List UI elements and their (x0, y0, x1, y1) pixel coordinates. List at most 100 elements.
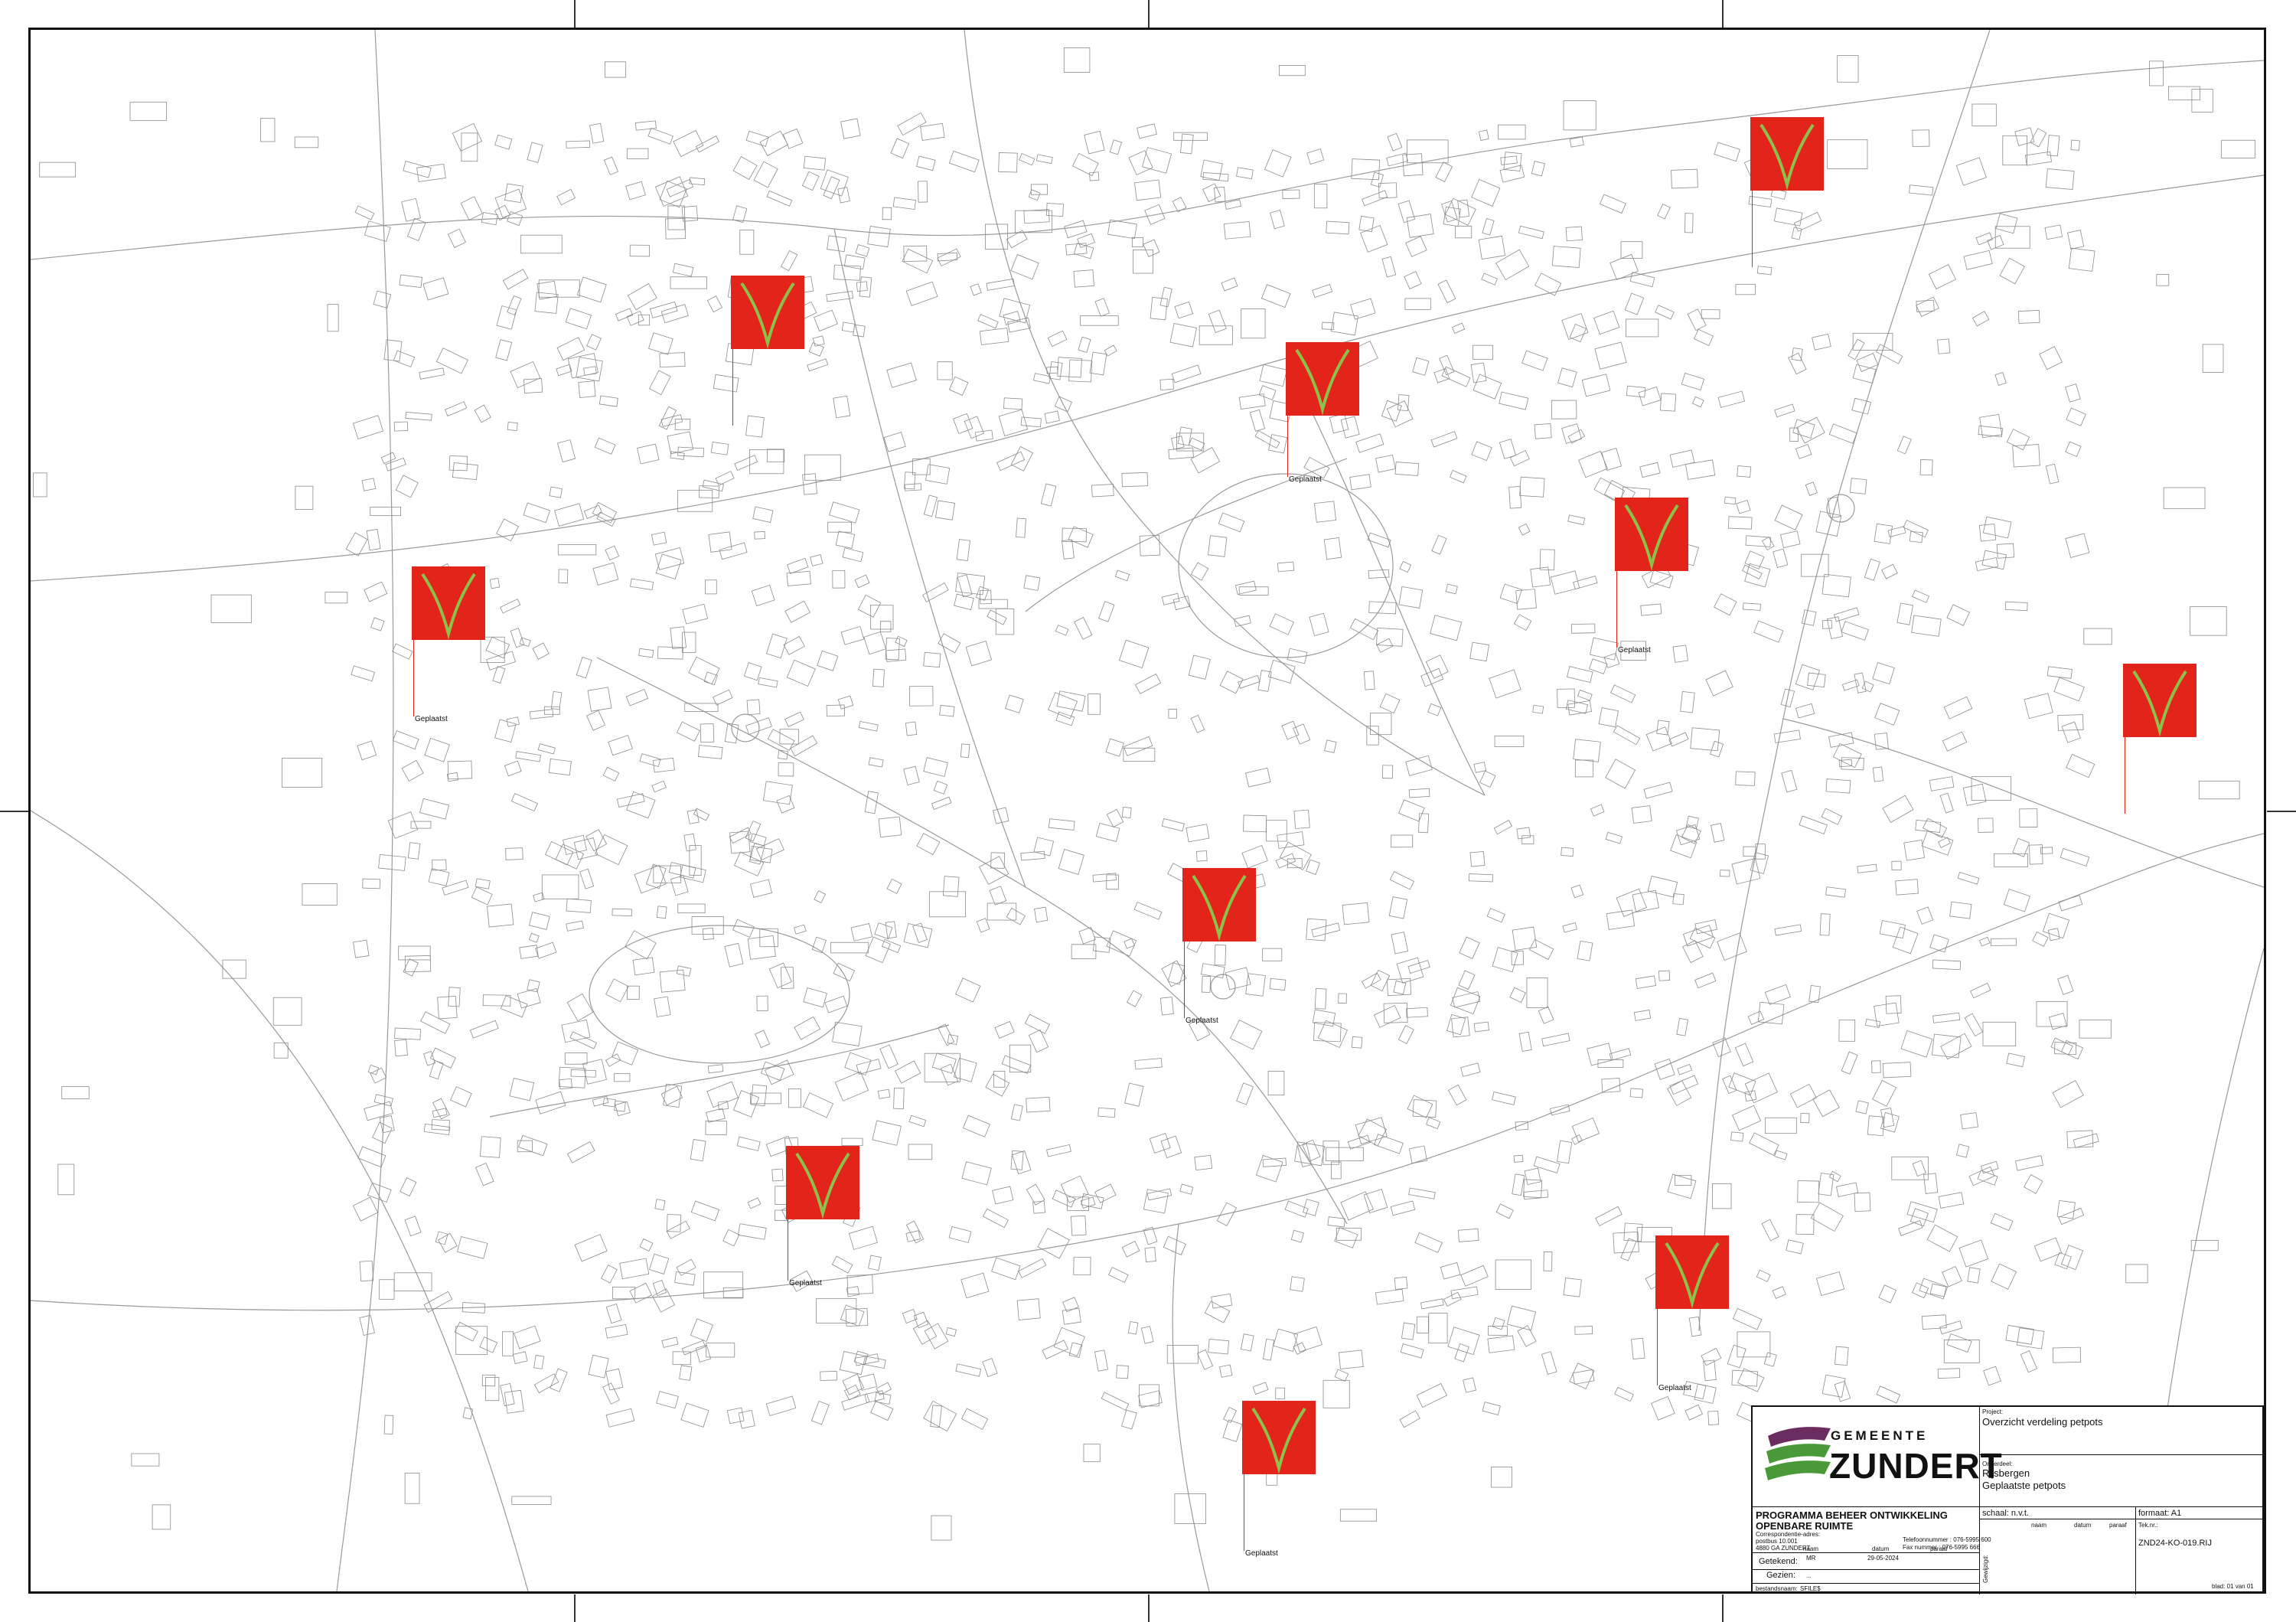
format-label: formaat: A1 (2138, 1509, 2182, 1518)
petpot-marker[interactable] (1286, 342, 1359, 416)
marker-label: Geplaatst (1658, 1384, 1691, 1392)
petpot-marker[interactable] (1615, 498, 1688, 571)
building-outline (595, 834, 628, 866)
building-outline (1370, 969, 1391, 992)
building-outline (1358, 215, 1375, 233)
building-outline (1312, 1009, 1336, 1027)
building-outline (1127, 1320, 1139, 1335)
building-outline (532, 642, 550, 660)
building-outline (383, 339, 403, 362)
building-outline (1023, 575, 1041, 591)
building-outline (670, 626, 687, 650)
petpot-marker[interactable] (1182, 868, 1256, 942)
building-outline (1912, 1282, 1929, 1299)
building-outline (1077, 233, 1095, 248)
building-outline (1425, 654, 1449, 679)
building-outline (647, 127, 673, 145)
building-outline (1277, 831, 1305, 849)
street-map[interactable] (31, 30, 2264, 1591)
building-outline (1705, 670, 1733, 697)
building-outline (1451, 322, 1466, 335)
building-outline (1430, 431, 1458, 448)
building-outline (395, 475, 419, 498)
building-outline (2083, 628, 2112, 645)
grid-tick (2267, 811, 2296, 812)
building-outline (1340, 416, 1360, 439)
building-outline (690, 1200, 720, 1222)
building-outline (1895, 879, 1919, 896)
building-outline (1023, 209, 1050, 224)
building-outline (1006, 907, 1026, 925)
building-outline (746, 699, 761, 716)
building-outline (1046, 366, 1058, 374)
building-outline (1406, 1007, 1428, 1018)
building-outline (625, 181, 646, 201)
building-outline (1635, 975, 1656, 989)
building-outline (1922, 818, 1948, 838)
building-outline (2044, 224, 2063, 240)
building-outline (1800, 1113, 1810, 1124)
building-outline (529, 709, 554, 720)
building-outline (1983, 1366, 2001, 1386)
building-outline (1667, 1080, 1692, 1106)
building-outline (2019, 808, 2038, 828)
building-outline (1577, 689, 1593, 701)
building-outline (354, 205, 375, 220)
building-outline (282, 757, 323, 788)
building-outline (1825, 778, 1851, 794)
building-outline (990, 852, 1006, 869)
building-outline (1707, 1410, 1720, 1425)
building-outline (659, 969, 686, 993)
building-outline (1252, 1382, 1269, 1395)
building-outline (1143, 1189, 1169, 1214)
building-outline (1668, 732, 1689, 747)
building-outline (1562, 922, 1577, 933)
building-outline (657, 646, 683, 660)
building-outline (1943, 1340, 1980, 1363)
building-outline (661, 1336, 679, 1348)
building-outline (587, 687, 612, 712)
building-outline (1563, 100, 1596, 131)
building-outline (874, 1392, 892, 1405)
building-outline (1169, 323, 1197, 348)
building-outline (583, 366, 597, 376)
petpot-marker[interactable] (1242, 1401, 1316, 1474)
petpot-marker[interactable] (2123, 664, 2197, 737)
building-outline (1578, 450, 1608, 478)
building-outline (722, 1229, 740, 1247)
building-outline (1796, 416, 1825, 444)
building-outline (1687, 308, 1707, 331)
building-outline (1978, 936, 1991, 947)
building-outline (1071, 1215, 1087, 1236)
building-outline (510, 361, 541, 389)
building-outline (605, 1368, 624, 1391)
building-outline (1329, 413, 1349, 434)
building-outline (1381, 256, 1397, 278)
building-outline (667, 431, 694, 455)
building-outline (837, 695, 854, 710)
building-outline (1788, 352, 1807, 375)
building-outline (1978, 818, 1994, 833)
building-outline (385, 457, 406, 472)
building-outline (700, 723, 715, 743)
building-outline (438, 1232, 458, 1253)
building-outline (886, 878, 902, 894)
building-outline (2003, 889, 2030, 912)
building-outline (2060, 1039, 2084, 1060)
building-outline (603, 156, 619, 175)
building-outline (986, 278, 1015, 291)
petpot-marker[interactable] (786, 1146, 859, 1219)
building-outline (352, 415, 384, 439)
building-outline (734, 455, 758, 472)
building-outline (533, 892, 545, 902)
petpot-marker[interactable] (412, 566, 485, 640)
building-outline (1174, 1493, 1206, 1524)
building-outline (784, 711, 804, 727)
petpot-marker[interactable] (1750, 117, 1824, 191)
building-outline (1512, 1173, 1525, 1196)
building-outline (1756, 1269, 1771, 1282)
petpot-marker[interactable] (731, 276, 804, 349)
petpot-marker[interactable] (1655, 1235, 1729, 1309)
building-outline (1960, 1112, 1978, 1130)
building-outline (1923, 1173, 1939, 1194)
